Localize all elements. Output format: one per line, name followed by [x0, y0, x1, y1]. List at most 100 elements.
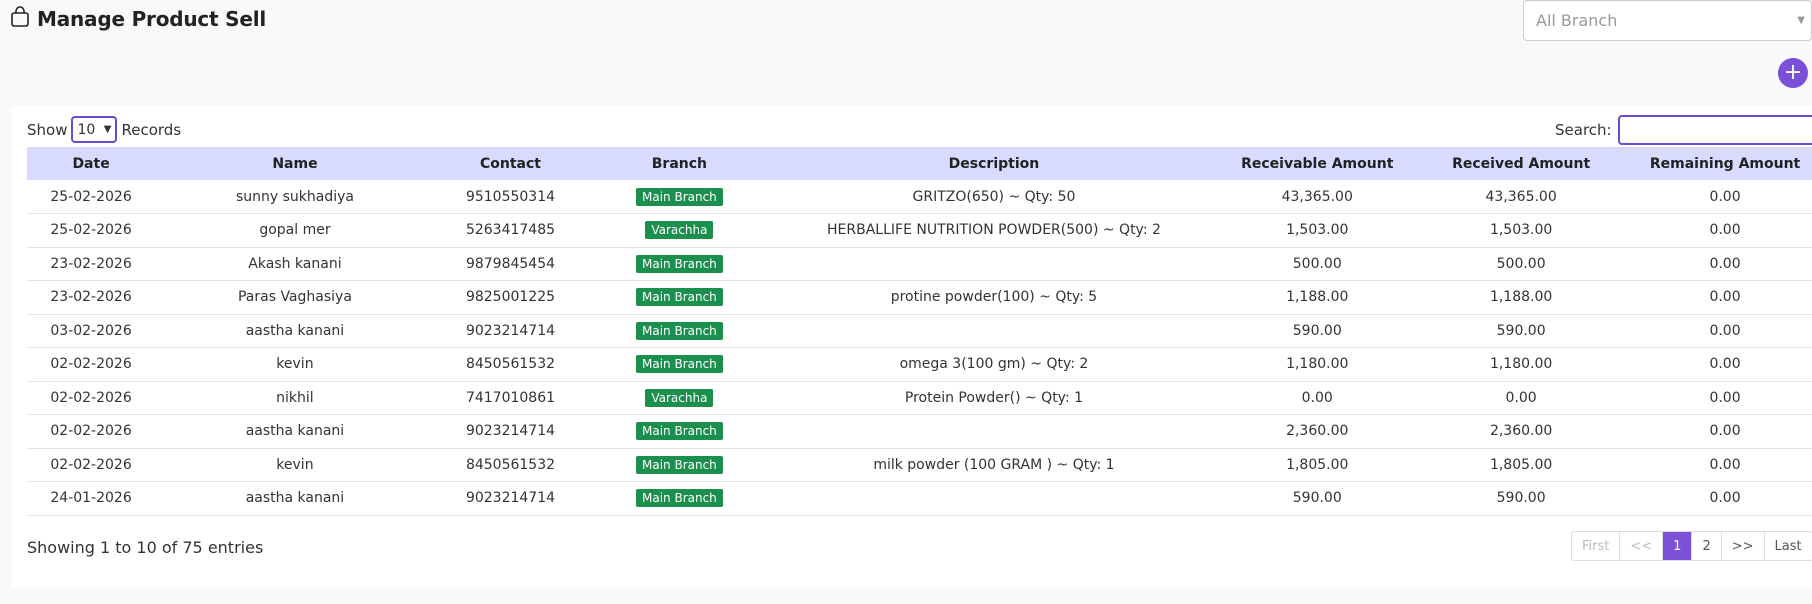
branch-badge: Varachha	[645, 221, 714, 240]
cell-remaining: 0.00	[1709, 490, 1741, 507]
cell-received: 1,503.00	[1489, 222, 1553, 239]
shopping-bag-icon	[9, 6, 31, 32]
cell-receivable: 1,805.00	[1286, 456, 1349, 473]
column-header[interactable]: Description	[773, 147, 1216, 180]
add-sale-button[interactable]: +	[1778, 58, 1808, 88]
cell-contact: 5263417485	[465, 222, 556, 239]
show-label: Show	[27, 120, 68, 139]
cell-received: 1,180.00	[1489, 356, 1553, 373]
records-length-select[interactable]: 10 ▼	[71, 116, 118, 143]
branch-filter-value: All Branch	[1536, 11, 1618, 30]
cell-name: Akash kanani	[248, 255, 342, 272]
cell-contact: 8450561532	[465, 356, 556, 373]
branch-badge: Main Branch	[636, 455, 723, 474]
cell-receivable: 43,365.00	[1281, 188, 1353, 205]
cell-contact: 7417010861	[465, 389, 556, 406]
records-card: Show 10 ▼ Records Search: Date Name Cont…	[12, 106, 1812, 588]
cell-receivable: 590.00	[1292, 322, 1342, 339]
cell-remaining: 0.00	[1709, 389, 1741, 406]
title-wrap: Manage Product Sell	[9, 6, 266, 32]
table-row: 25-02-2026 sunny sukhadiya 9510550314 Ma…	[27, 180, 1812, 214]
column-header[interactable]: Receivable Amount	[1215, 147, 1419, 180]
column-header[interactable]: Contact	[435, 147, 586, 180]
table-row: 02-02-2026 aastha kanani 9023214714 Main…	[27, 415, 1812, 448]
table-info: Showing 1 to 10 of 75 entries	[27, 538, 264, 557]
cell-contact: 9879845454	[465, 255, 556, 272]
cell-received: 1,188.00	[1489, 289, 1553, 306]
table-header-row: Date Name Contact Branch Description Rec…	[27, 147, 1812, 180]
cell-date: 23-02-2026	[50, 289, 132, 306]
cell-description	[773, 247, 1216, 281]
pager-last[interactable]: Last	[1765, 532, 1812, 560]
column-header[interactable]: Branch	[586, 147, 772, 180]
cell-receivable: 1,503.00	[1286, 222, 1349, 239]
cell-remaining: 0.00	[1709, 255, 1741, 272]
pager-previous[interactable]: <<	[1620, 532, 1664, 560]
table-row: 02-02-2026 kevin 8450561532 Main Branch …	[27, 448, 1812, 482]
pagination: First << 1 2 >> Last	[1571, 531, 1812, 561]
cell-date: 02-02-2026	[50, 456, 132, 473]
page-header: Manage Product Sell All Branch ▼ +	[0, 0, 1812, 92]
cell-receivable: 0.00	[1301, 389, 1333, 406]
cell-remaining: 0.00	[1709, 456, 1741, 473]
cell-date: 03-02-2026	[50, 322, 132, 339]
column-header[interactable]: Name	[155, 147, 435, 180]
branch-badge: Main Branch	[636, 321, 723, 340]
cell-name: aastha kanani	[245, 322, 345, 339]
cell-date: 02-02-2026	[50, 356, 132, 373]
cell-date: 25-02-2026	[50, 222, 132, 239]
branch-badge: Main Branch	[636, 489, 723, 508]
records-label: Records	[121, 120, 182, 139]
cell-receivable: 1,188.00	[1286, 289, 1349, 306]
cell-date: 23-02-2026	[50, 255, 132, 272]
cell-contact: 9023214714	[465, 490, 556, 507]
cell-date: 25-02-2026	[50, 188, 132, 205]
cell-receivable: 2,360.00	[1286, 423, 1349, 440]
cell-description: GRITZO(650) ~ Qty: 50	[912, 188, 1076, 205]
cell-received: 500.00	[1496, 255, 1546, 272]
cell-name: sunny sukhadiya	[235, 188, 354, 205]
table-row: 23-02-2026 Akash kanani 9879845454 Main …	[27, 247, 1812, 281]
column-header[interactable]: Received Amount	[1419, 147, 1623, 180]
cell-remaining: 0.00	[1709, 188, 1741, 205]
cell-contact: 9510550314	[465, 188, 556, 205]
pager-page-2[interactable]: 2	[1692, 532, 1722, 560]
search-input[interactable]	[1617, 115, 1812, 145]
pager-first[interactable]: First	[1572, 532, 1621, 560]
cell-contact: 9023214714	[465, 322, 556, 339]
cell-receivable: 1,180.00	[1286, 356, 1349, 373]
cell-received: 2,360.00	[1489, 423, 1553, 440]
cell-description: omega 3(100 gm) ~ Qty: 2	[899, 356, 1089, 373]
cell-contact: 9023214714	[465, 423, 556, 440]
table-row: 02-02-2026 nikhil 7417010861 Varachha Pr…	[27, 381, 1812, 415]
records-length-value: 10	[77, 121, 96, 138]
sales-table: Date Name Contact Branch Description Rec…	[27, 147, 1812, 516]
chevron-down-icon: ▼	[103, 124, 112, 135]
branch-filter-select[interactable]: All Branch ▼	[1523, 0, 1812, 41]
cell-remaining: 0.00	[1709, 322, 1741, 339]
cell-receivable: 500.00	[1292, 255, 1342, 272]
column-header[interactable]: Date	[27, 147, 155, 180]
cell-date: 02-02-2026	[50, 389, 132, 406]
column-header[interactable]: Remaining Amount	[1623, 147, 1812, 180]
cell-remaining: 0.00	[1709, 222, 1741, 239]
cell-remaining: 0.00	[1709, 289, 1741, 306]
cell-date: 02-02-2026	[50, 423, 132, 440]
cell-name: aastha kanani	[245, 490, 345, 507]
branch-badge: Main Branch	[636, 187, 723, 206]
table-row: 24-01-2026 aastha kanani 9023214714 Main…	[27, 482, 1812, 515]
cell-received: 590.00	[1496, 490, 1546, 507]
search-control: Search:	[1555, 115, 1812, 145]
cell-received: 1,805.00	[1489, 456, 1553, 473]
branch-badge: Main Branch	[636, 254, 723, 273]
cell-name: nikhil	[276, 389, 314, 406]
cell-date: 24-01-2026	[50, 490, 132, 507]
plus-icon: +	[1783, 60, 1803, 85]
pager-next[interactable]: >>	[1722, 532, 1765, 560]
search-label: Search:	[1555, 121, 1612, 139]
pager-page-1[interactable]: 1	[1663, 532, 1693, 560]
table-row: 03-02-2026 aastha kanani 9023214714 Main…	[27, 314, 1812, 348]
cell-receivable: 590.00	[1292, 490, 1342, 507]
cell-name: gopal mer	[259, 222, 331, 239]
cell-description: milk powder (100 GRAM ) ~ Qty: 1	[873, 456, 1115, 473]
